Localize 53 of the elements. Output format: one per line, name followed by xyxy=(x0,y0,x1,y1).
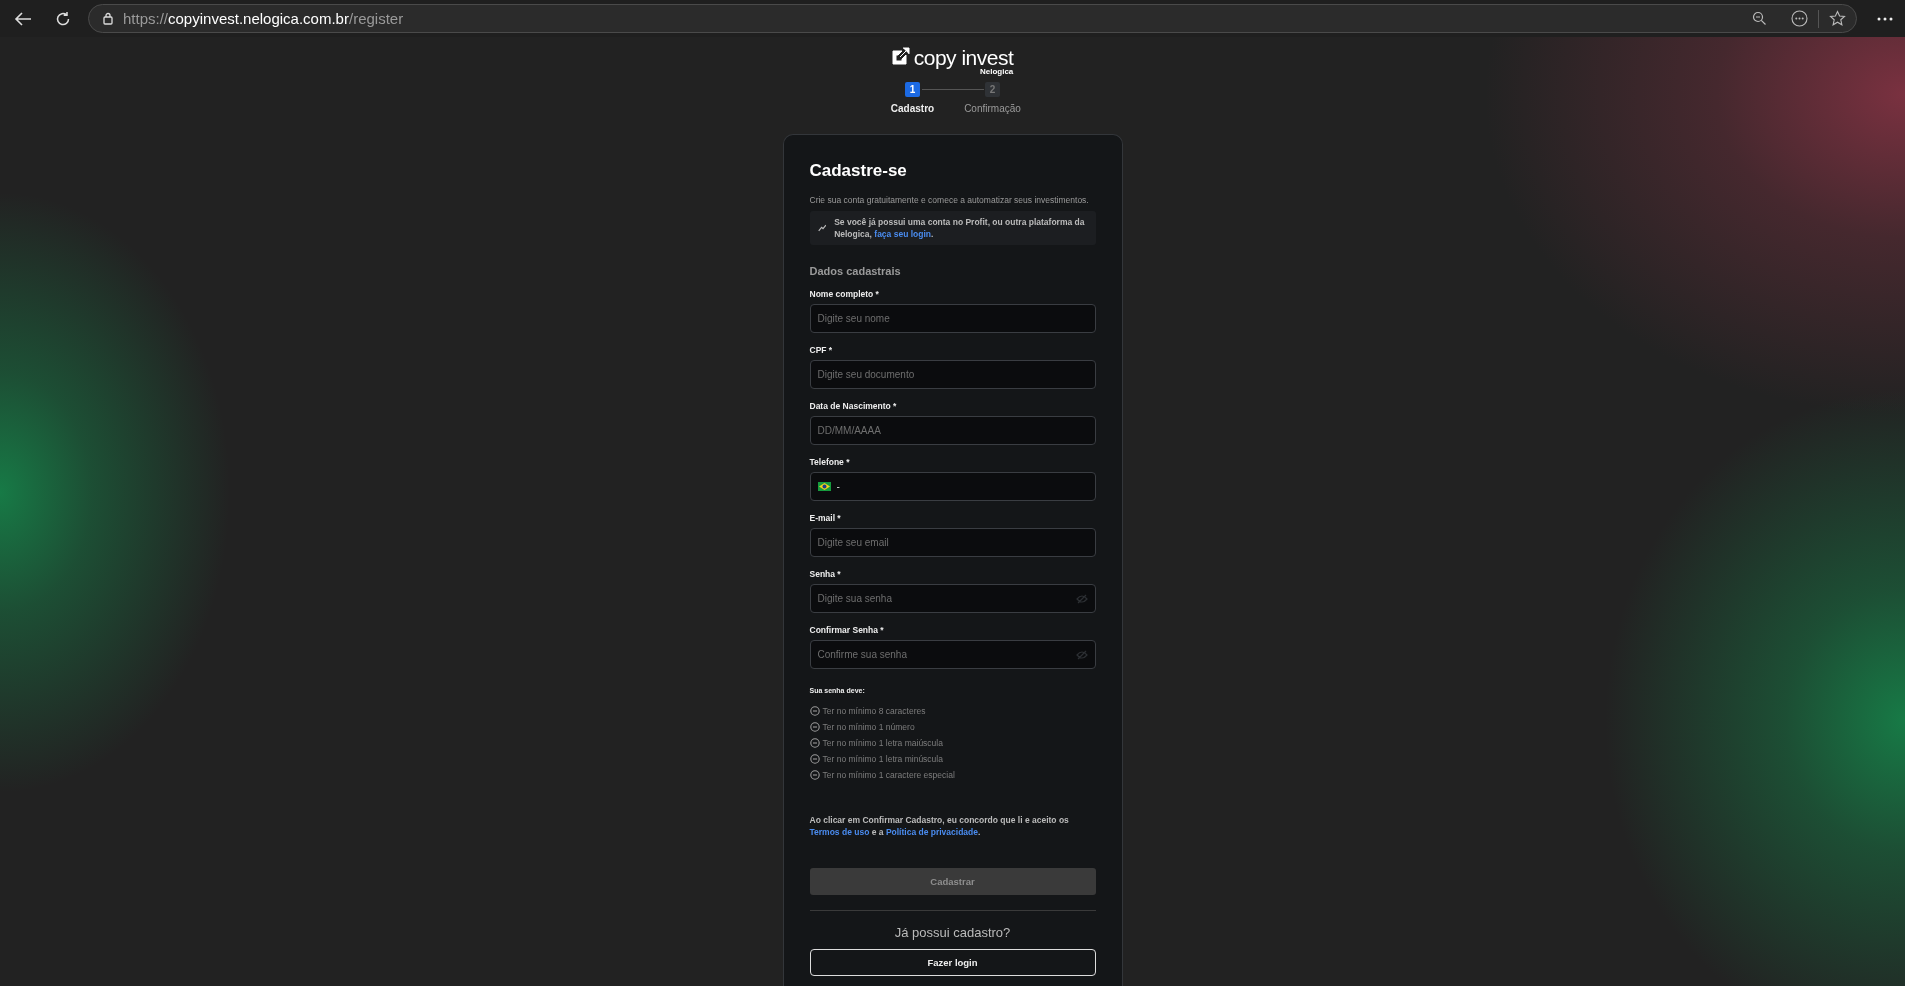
text-field[interactable]: Digite seu email xyxy=(809,528,1096,557)
section-title: Dados cadastrais xyxy=(809,265,902,277)
brazil-flag-icon[interactable] xyxy=(817,482,831,491)
address-bar[interactable]: https://copyinvest.nelogica.com.br/register xyxy=(88,4,1857,33)
rule-text: Ter no mínimo 8 caracteres xyxy=(822,706,926,716)
text-input[interactable]: Digite seu nome xyxy=(817,313,1088,324)
field-label: Data de Nascimento * xyxy=(809,401,898,411)
rule-text: Ter no mínimo 1 letra minúscula xyxy=(822,754,943,764)
reload-icon[interactable] xyxy=(55,10,71,27)
text-field[interactable]: DD/MM/AAAA xyxy=(809,416,1096,445)
login-button[interactable]: Fazer login xyxy=(809,949,1096,976)
privacy-link[interactable]: Política de privacidade xyxy=(885,827,978,837)
login-prompt: Já possui cadastro? xyxy=(893,925,1012,940)
field-label: E-mail * xyxy=(809,513,842,523)
zoom-out-icon[interactable] xyxy=(1752,11,1767,26)
field-label: Senha * xyxy=(809,569,842,579)
terms-text: Ao clicar em Confirmar Cadastro, eu concordo que li e aceito os Termos de uso e a Política de privacidade. xyxy=(809,814,1070,838)
terms-link[interactable]: Termos de uso xyxy=(809,827,870,837)
text-input[interactable]: Digite seu documento xyxy=(817,369,1088,380)
field-label: Nome completo * xyxy=(809,289,880,299)
login-link[interactable]: faça seu login xyxy=(874,229,931,239)
notice-text: Se você já possui uma conta no Profit, ou outra plataforma da Nelogica, faça seu login. xyxy=(834,216,1086,240)
field-label: CPF * xyxy=(809,345,834,355)
step-label: Cadastro xyxy=(890,103,935,114)
logo-text: copy invest xyxy=(913,47,1014,69)
lock-icon[interactable] xyxy=(103,12,113,25)
password-field[interactable]: Confirme sua senha xyxy=(809,640,1096,669)
phone-field[interactable]: - xyxy=(809,472,1096,501)
back-icon[interactable] xyxy=(14,11,32,26)
text-input[interactable]: Digite seu email xyxy=(817,537,1088,548)
field-label: Confirmar Senha * xyxy=(809,625,885,635)
card-title: Cadastre-se xyxy=(809,161,908,181)
more-icon[interactable] xyxy=(1877,16,1893,21)
zigzag-icon xyxy=(817,223,827,233)
password-field[interactable]: Digite sua senha xyxy=(809,584,1096,613)
company-name: Nelogica xyxy=(979,67,1014,76)
rule-text: Ter no mínimo 1 número xyxy=(822,722,915,732)
phone-input[interactable]: - xyxy=(836,481,1088,492)
more-icon[interactable] xyxy=(1791,10,1808,27)
step-number: 2 xyxy=(985,82,1000,97)
field-label: Telefone * xyxy=(809,457,851,467)
step-number: 1 xyxy=(905,82,920,97)
step-label: Confirmação xyxy=(964,103,1021,114)
rule-text: Ter no mínimo 1 letra maiúscula xyxy=(822,738,943,748)
rule-text: Ter no mínimo 1 caractere especial xyxy=(822,770,955,780)
logo-icon xyxy=(891,47,910,65)
text-field[interactable]: Digite seu documento xyxy=(809,360,1096,389)
password-input[interactable]: Digite sua senha xyxy=(817,593,1070,604)
text-input[interactable]: DD/MM/AAAA xyxy=(817,425,1088,436)
password-input[interactable]: Confirme sua senha xyxy=(817,649,1070,660)
text-field[interactable]: Digite seu nome xyxy=(809,304,1096,333)
card-subtitle: Crie sua conta gratuitamente e comece a automatizar seus investimentos. xyxy=(809,195,1090,205)
star-icon[interactable] xyxy=(1829,10,1846,27)
